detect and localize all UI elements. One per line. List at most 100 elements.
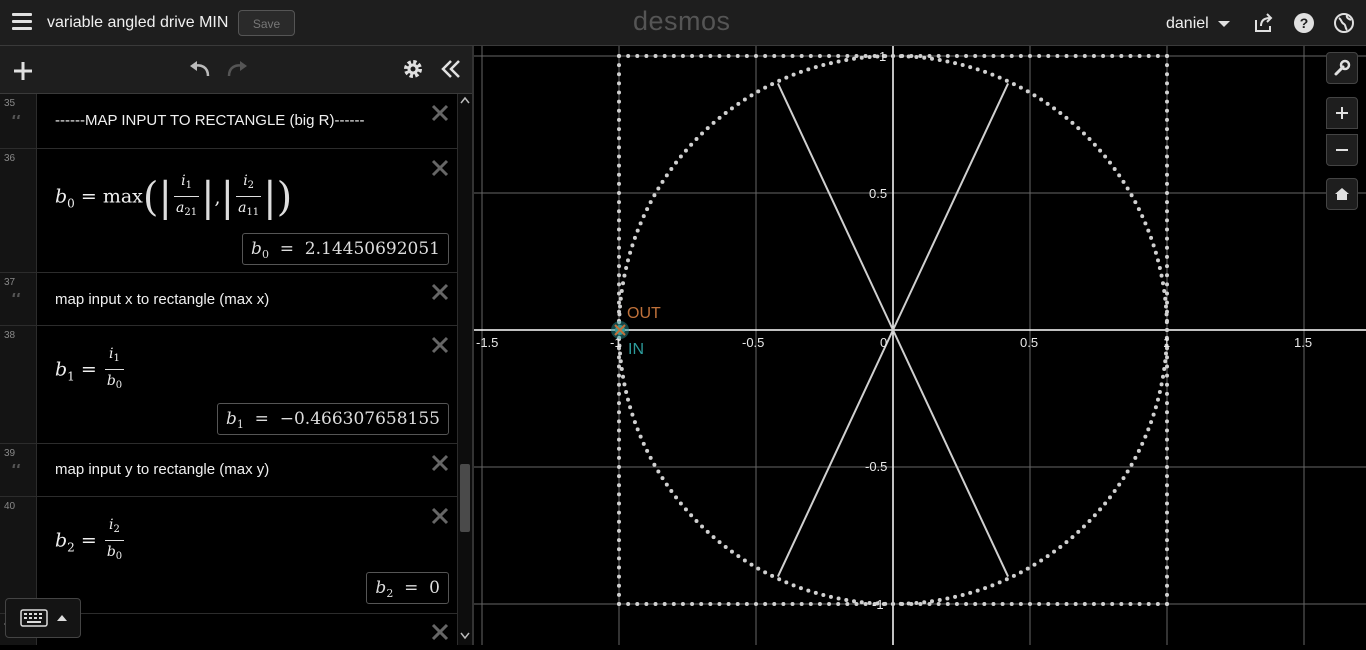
keyboard-toggle-button[interactable] bbox=[5, 598, 81, 638]
square-dot bbox=[617, 556, 621, 561]
math-expression[interactable]: b1 = i1 b0 bbox=[55, 344, 126, 397]
expression-scrollbar[interactable] bbox=[457, 94, 472, 645]
help-icon[interactable]: ? bbox=[1293, 12, 1315, 34]
caret-down-icon[interactable] bbox=[1218, 21, 1230, 27]
circle-dot bbox=[1107, 495, 1112, 500]
circle-dot bbox=[945, 59, 950, 64]
square-dot bbox=[644, 54, 649, 58]
collapse-panel-icon[interactable] bbox=[440, 58, 462, 80]
menu-icon[interactable] bbox=[12, 13, 32, 31]
expression-row-note[interactable]: 35 “ ------MAP INPUT TO RECTANGLE (big R… bbox=[0, 94, 457, 149]
square-dot bbox=[1165, 465, 1169, 469]
row-gutter: 36 bbox=[0, 149, 37, 272]
square-dot bbox=[1101, 602, 1106, 606]
delete-icon[interactable] bbox=[431, 507, 449, 525]
circle-dot bbox=[1121, 476, 1126, 481]
circle-dot bbox=[638, 221, 643, 226]
circle-dot bbox=[1163, 351, 1168, 356]
circle-dot bbox=[844, 597, 849, 602]
square-dot bbox=[918, 602, 923, 606]
square-dot bbox=[854, 54, 859, 58]
row-number: 38 bbox=[4, 330, 16, 341]
expression-row-note[interactable]: 39 “ map input y to rectangle (max y) bbox=[0, 444, 457, 497]
note-text[interactable]: ------MAP INPUT TO RECTANGLE (big R)----… bbox=[55, 112, 364, 129]
circle-dot bbox=[806, 67, 811, 72]
circle-dot bbox=[844, 58, 849, 63]
square-dot bbox=[1165, 245, 1169, 250]
graph-canvas[interactable]: -1.5 -1 -0.5 0 0.5 1 1.5 0.5 -0.5 -1 1 O… bbox=[474, 46, 1366, 645]
circle-dot bbox=[997, 75, 1002, 80]
undo-icon[interactable] bbox=[188, 58, 212, 80]
zoom-out-button[interactable] bbox=[1326, 134, 1358, 166]
square-dot bbox=[1165, 81, 1169, 86]
circle-dot bbox=[836, 596, 841, 601]
graph-title[interactable]: variable angled drive MIN bbox=[47, 14, 228, 32]
save-button[interactable]: Save bbox=[238, 10, 295, 36]
square-dot bbox=[617, 72, 621, 77]
square-dot bbox=[1165, 364, 1169, 369]
square-dot bbox=[617, 90, 621, 95]
note-text[interactable]: map input y to rectangle (max y) bbox=[55, 461, 269, 478]
user-menu[interactable]: daniel bbox=[1166, 15, 1209, 33]
scroll-up-icon[interactable] bbox=[460, 96, 470, 104]
circle-dot bbox=[777, 78, 782, 83]
circle-dot bbox=[711, 120, 716, 125]
expression-row-note[interactable]: 37 “ map input x to rectangle (max x) bbox=[0, 273, 457, 326]
circle-dot bbox=[694, 518, 699, 523]
square-dot bbox=[1165, 382, 1169, 387]
delete-icon[interactable] bbox=[431, 283, 449, 301]
expression-row-math[interactable]: 38 b1 = i1 b0 b1 = −0.466307658155 bbox=[0, 326, 457, 444]
zoom-in-button[interactable] bbox=[1326, 97, 1358, 129]
circle-dot bbox=[1136, 448, 1141, 453]
math-expression[interactable]: b0 = max(| i1 a21 |,| i2 a11 |) bbox=[55, 171, 292, 224]
graph-settings-button[interactable] bbox=[1326, 52, 1358, 84]
math-expression[interactable]: b2 = i2 b0 bbox=[55, 515, 126, 568]
circle-dot bbox=[1143, 434, 1148, 439]
settings-gear-icon[interactable] bbox=[402, 58, 424, 80]
scroll-down-icon[interactable] bbox=[460, 632, 470, 640]
square-dot bbox=[617, 154, 621, 159]
circle-dot bbox=[867, 600, 872, 605]
circle-dot bbox=[717, 540, 722, 545]
graph-svg[interactable]: -1.5 -1 -0.5 0 0.5 1 1.5 0.5 -0.5 -1 1 O… bbox=[474, 46, 1366, 645]
circle-dot bbox=[791, 72, 796, 77]
square-dot bbox=[653, 602, 658, 606]
circle-dot bbox=[983, 586, 988, 591]
square-dot bbox=[680, 54, 685, 58]
circle-dot bbox=[622, 273, 627, 278]
circle-dot bbox=[1140, 214, 1145, 219]
delete-icon[interactable] bbox=[431, 336, 449, 354]
square-dot bbox=[900, 602, 905, 606]
circle-dot bbox=[914, 55, 919, 60]
square-dot bbox=[1055, 54, 1060, 58]
circle-dot bbox=[1153, 250, 1158, 255]
redo-icon[interactable] bbox=[225, 58, 249, 80]
note-text[interactable]: map input x to rectangle (max x) bbox=[55, 291, 269, 308]
square-dot bbox=[1165, 99, 1169, 104]
expression-row-math[interactable]: 40 b2 = i2 b0 b2 = 0 bbox=[0, 497, 457, 614]
globe-icon[interactable] bbox=[1333, 12, 1355, 34]
evaluation-result: b0 = 2.14450692051 bbox=[242, 233, 449, 265]
circle-dot bbox=[1151, 412, 1156, 417]
square-dot bbox=[617, 547, 621, 552]
share-icon[interactable] bbox=[1253, 12, 1275, 34]
square-dot bbox=[900, 54, 905, 58]
circle-dot bbox=[1160, 281, 1165, 286]
square-dot bbox=[954, 602, 959, 606]
add-icon[interactable] bbox=[12, 60, 34, 82]
delete-icon[interactable] bbox=[431, 104, 449, 122]
circle-dot bbox=[689, 142, 694, 147]
circle-dot bbox=[1146, 427, 1151, 432]
square-dot bbox=[1082, 54, 1087, 58]
square-dot bbox=[617, 401, 621, 406]
square-dot bbox=[1165, 391, 1169, 396]
default-view-button[interactable] bbox=[1326, 178, 1358, 210]
circle-dot bbox=[922, 600, 927, 605]
delete-icon[interactable] bbox=[431, 159, 449, 177]
delete-icon[interactable] bbox=[431, 454, 449, 472]
expression-row-math[interactable]: 36 b0 = max(| i1 a21 |,| i2 a11 |) b0 = 2.1445… bbox=[0, 149, 457, 273]
square-dot bbox=[617, 382, 621, 387]
delete-icon[interactable] bbox=[431, 623, 449, 641]
scroll-thumb[interactable] bbox=[460, 464, 470, 532]
square-dot bbox=[1165, 419, 1169, 424]
